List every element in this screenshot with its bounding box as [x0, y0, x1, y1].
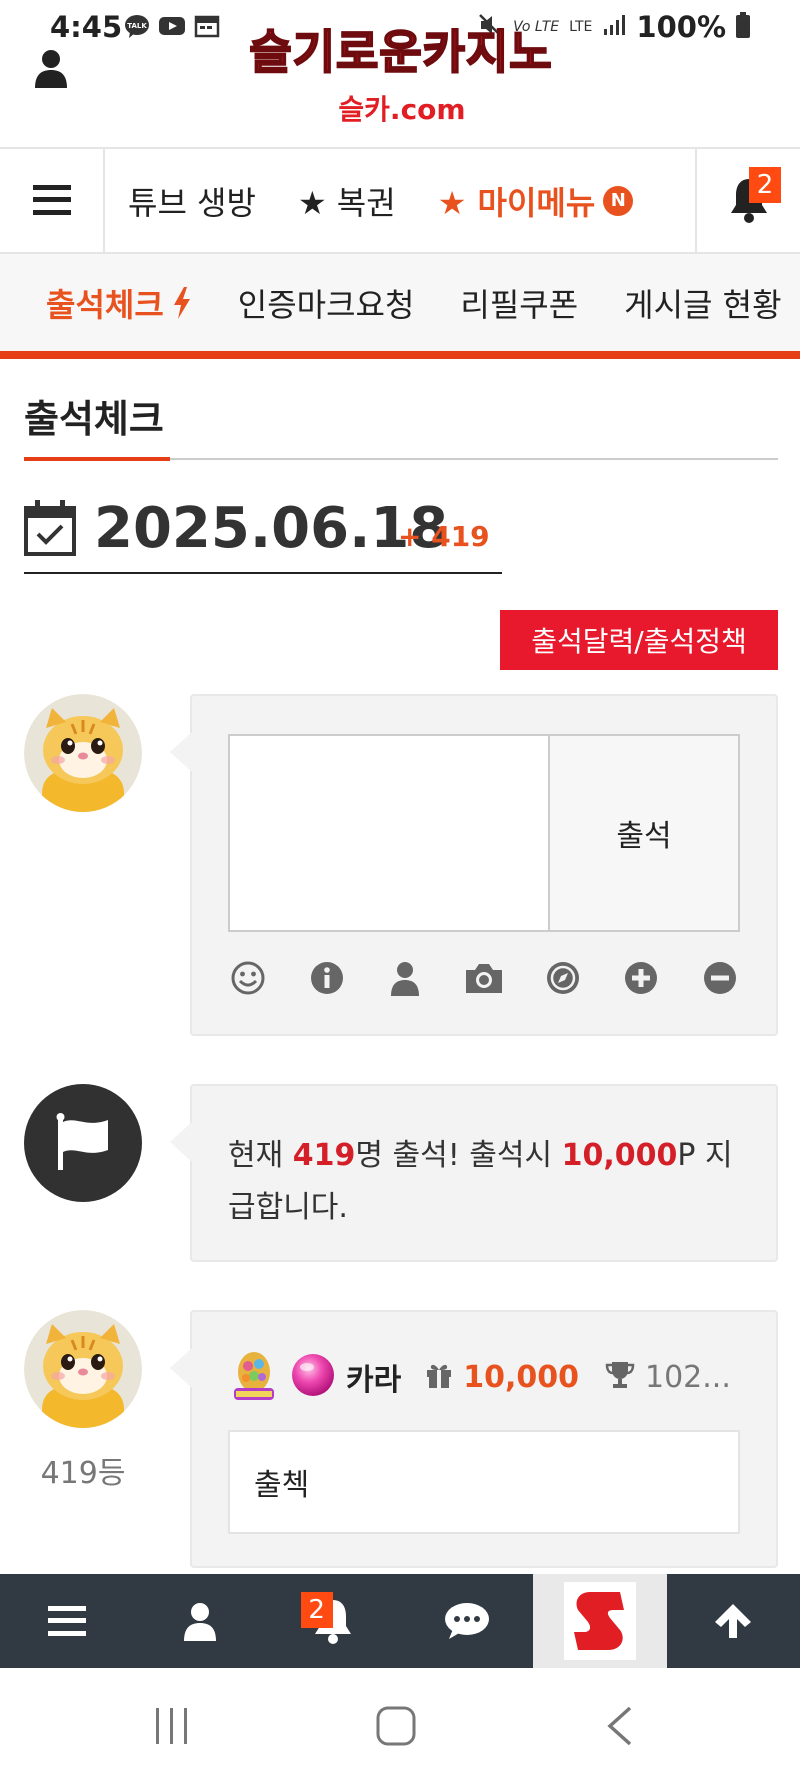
home-icon[interactable]	[374, 1704, 418, 1748]
bottom-notification-button[interactable]: 2	[267, 1574, 400, 1668]
sub-nav-items: 출석체크 인증마크요청 리필쿠폰 게시글 현황	[46, 254, 782, 351]
notice-text: 현재 419명 출석! 출석시 10,000P 지급합니다.	[228, 1138, 733, 1225]
main-nav: 튜브 생방 ★ 복권 ★ 마이메뉴 N 2	[0, 147, 800, 254]
avatar	[24, 1310, 142, 1428]
card-tail	[170, 1122, 192, 1162]
attendance-entry-card: 카라 10,000 102... 출첵	[170, 1310, 778, 1568]
tab-refill-coupon[interactable]: 리필쿠폰	[460, 280, 578, 326]
flag-icon	[56, 1113, 108, 1170]
site-header: 슬기로운카지노 슬카.com	[0, 28, 800, 148]
tab-attendance[interactable]: 출석체크	[46, 280, 192, 326]
site-logo[interactable]: 슬기로운카지노	[228, 28, 574, 92]
page: 4:45 TALK Vo LTE LTE 100% 슬기로운카지노 슬카.com…	[0, 0, 800, 1784]
new-badge: N	[603, 185, 634, 216]
entry-username[interactable]: 카라	[346, 1355, 401, 1399]
info-icon[interactable]	[307, 958, 347, 998]
nav-items: 튜브 생방 ★ 복권 ★ 마이메뉴 N	[128, 149, 634, 252]
kakao-talk-icon: TALK	[124, 14, 150, 42]
menu-icon	[33, 185, 71, 215]
notification-button[interactable]: 2	[695, 149, 800, 252]
system-nav-bar	[0, 1668, 800, 1784]
site-logo	[563, 1582, 636, 1660]
entry-user-row: 카라 10,000 102...	[228, 1346, 731, 1408]
bottom-notification-badge: 2	[300, 1592, 333, 1628]
compass-icon[interactable]	[543, 958, 583, 998]
attendance-submit-button[interactable]: 출석	[550, 736, 738, 930]
nav-item-mymenu[interactable]: ★ 마이메뉴 N	[438, 178, 634, 224]
pink-orb-icon	[290, 1352, 336, 1402]
tab-certification-request[interactable]: 인증마크요청	[238, 280, 415, 326]
calendar-policy-button[interactable]: 출석달력/출석정책	[500, 610, 778, 670]
bottom-chat-button[interactable]	[400, 1574, 533, 1668]
user-icon	[183, 1603, 216, 1641]
notice-count: 419	[292, 1138, 356, 1173]
attendance-date: 2025.06.18	[94, 496, 449, 561]
bottom-menu-button[interactable]	[0, 1574, 133, 1668]
arrow-up-icon	[715, 1604, 752, 1638]
sub-nav: 출석체크 인증마크요청 리필쿠폰 게시글 현황	[0, 254, 800, 359]
calendar-icon	[194, 14, 220, 42]
notice-avatar	[24, 1084, 142, 1202]
page-title: 출석체크	[24, 397, 164, 441]
gift-icon	[425, 1361, 453, 1393]
title-accent	[24, 457, 170, 461]
user-icon[interactable]	[34, 48, 68, 92]
comment-box: 출석	[228, 734, 740, 932]
svg-text:TALK: TALK	[127, 22, 147, 30]
menu-icon	[47, 1606, 86, 1636]
date-block: 2025.06.18 + 419	[24, 496, 502, 574]
status-time: 4:45	[50, 10, 123, 44]
battery-icon	[736, 12, 750, 42]
notice-points: 10,000	[561, 1138, 678, 1173]
notice-card: 현재 419명 출석! 출석시 10,000P 지급합니다.	[170, 1084, 778, 1262]
site-logo-domain[interactable]: 슬카.com	[332, 88, 472, 128]
hamburger-menu-button[interactable]	[0, 149, 105, 252]
entry-exp: 102...	[644, 1359, 731, 1395]
scroll-top-button[interactable]	[667, 1574, 800, 1668]
smile-icon[interactable]	[228, 958, 268, 998]
comment-form-card: 출석	[170, 694, 778, 1036]
camera-icon[interactable]	[464, 958, 504, 998]
battery-level: 100%	[636, 10, 726, 44]
entry-points: 10,000	[463, 1359, 579, 1395]
comment-toolbar	[228, 958, 740, 998]
attendance-rank: 419등	[40, 1456, 126, 1491]
chat-icon	[444, 1603, 489, 1639]
minus-circle-icon[interactable]	[700, 958, 740, 998]
tiger-mascot-avatar	[24, 1310, 142, 1428]
avatar	[24, 694, 142, 812]
level-badge-icon	[228, 1346, 280, 1408]
recent-apps-icon[interactable]	[152, 1706, 192, 1746]
card-tail	[170, 732, 192, 772]
nav-item-tube-live[interactable]: 튜브 생방	[128, 178, 256, 224]
plus-circle-icon[interactable]	[621, 958, 661, 998]
user-icon[interactable]	[385, 958, 425, 998]
lightning-icon	[173, 286, 190, 319]
back-icon[interactable]	[602, 1704, 638, 1748]
tiger-mascot-avatar	[24, 694, 142, 812]
trophy-icon	[605, 1360, 635, 1394]
card-tail	[170, 1348, 192, 1388]
bottom-toolbar: 2	[0, 1574, 800, 1668]
calendar-check-icon	[24, 500, 76, 556]
signal-icon	[602, 13, 626, 41]
bottom-user-button[interactable]	[133, 1574, 266, 1668]
notification-badge: 2	[749, 167, 781, 203]
tab-post-status[interactable]: 게시글 현황	[624, 280, 781, 326]
bottom-site-logo-button[interactable]	[533, 1574, 667, 1668]
youtube-icon	[158, 14, 186, 42]
entry-message: 출첵	[228, 1430, 740, 1534]
nav-item-lottery[interactable]: ★ 복권	[298, 178, 396, 224]
attendance-count: + 419	[398, 520, 490, 553]
status-icons-left: TALK	[124, 14, 220, 42]
comment-textarea[interactable]	[230, 736, 550, 930]
